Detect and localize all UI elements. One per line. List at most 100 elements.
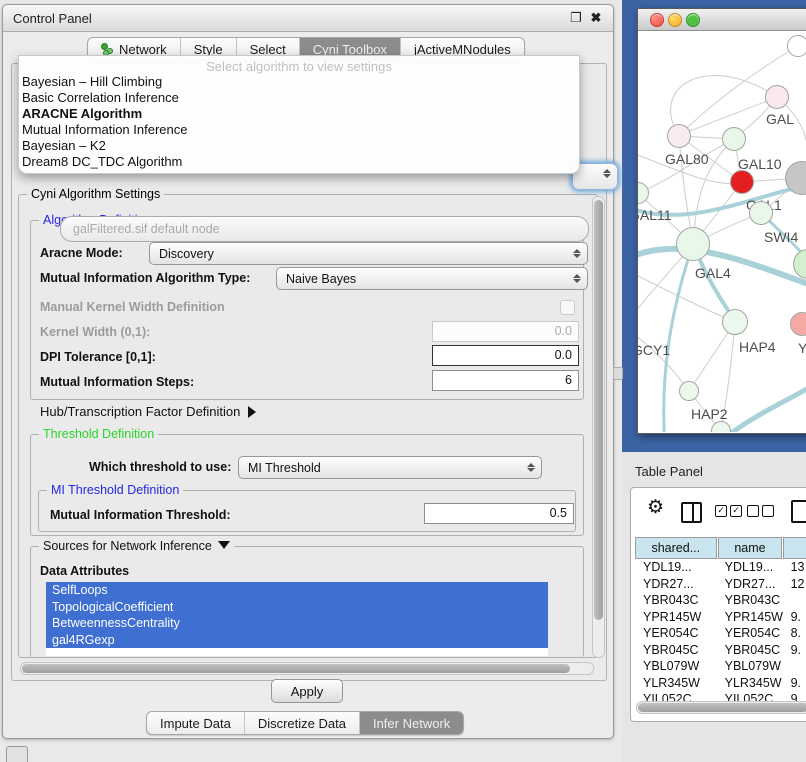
node-gal[interactable] (765, 85, 789, 109)
table-data-combobox[interactable]: galFiltered.sif default node (60, 216, 589, 242)
mi-steps-field[interactable]: 6 (432, 370, 579, 391)
table-row[interactable]: YBL079WYBL079W (635, 658, 806, 675)
settings-vertical-scrollbar[interactable] (592, 196, 605, 658)
mi-threshold-label: Mutual Information Threshold: (50, 508, 231, 522)
float-window-icon[interactable]: ❐ (569, 11, 583, 25)
network-window-titlebar[interactable] (638, 9, 806, 31)
minimize-traffic-icon[interactable] (668, 13, 682, 27)
dropdown-item[interactable]: Bayesian – K2 (19, 138, 579, 154)
table-cell (783, 592, 806, 609)
unchecked-pair-icon[interactable] (747, 505, 774, 517)
table-cell: YDL19... (635, 559, 717, 576)
algorithm-dropdown-popup: Select algorithm to view settings Bayesi… (18, 55, 580, 174)
split-columns-icon[interactable] (681, 502, 702, 523)
combo-stepper-icon (572, 245, 582, 261)
apply-button[interactable]: Apply (271, 679, 343, 703)
column-header-3[interactable]: A (783, 537, 806, 559)
close-traffic-icon[interactable] (650, 13, 664, 27)
node-swi4[interactable] (749, 201, 773, 225)
close-window-icon[interactable]: ✖ (589, 11, 603, 25)
tab-discretize-data[interactable]: Discretize Data (245, 712, 360, 734)
kernel-width-label: Kernel Width (0,1): (40, 325, 150, 339)
node-label: SWI4 (764, 229, 798, 245)
manual-kernel-width-checkbox[interactable] (560, 300, 575, 315)
cyni-mode-tabbar: Impute DataDiscretize DataInfer Network (146, 711, 464, 735)
attribute-list-item[interactable]: BetweennessCentrality (46, 615, 548, 632)
dropdown-item[interactable]: Bayesian – Hill Climbing (19, 74, 579, 90)
node-gal10[interactable] (722, 127, 746, 151)
mi-threshold-definition-legend: MI Threshold Definition (47, 483, 183, 497)
aracne-mode-combobox[interactable]: Discovery (149, 242, 588, 265)
table-panel-title: Table Panel (635, 464, 703, 479)
settings-horizontal-scrollbar[interactable] (20, 662, 594, 675)
attribute-list-item[interactable]: SelfLoops (46, 582, 548, 599)
table-cell: YDR27... (635, 576, 717, 593)
node-label: GCY1 (638, 342, 670, 358)
table-horizontal-scrollbar[interactable] (636, 701, 806, 714)
dropdown-item[interactable]: ARACNE Algorithm (19, 106, 579, 122)
node-hap4[interactable] (722, 309, 748, 335)
tab-infer-network[interactable]: Infer Network (360, 712, 463, 734)
network-canvas[interactable]: GALGAL80GAL10GAL1GAL11SWI4GAL4GCY1HAP4YH… (638, 31, 806, 432)
table-row[interactable]: YBR043CYBR043C (635, 592, 806, 609)
apply-button-label: Apply (291, 684, 324, 699)
control-panel-titlebar[interactable]: Control Panel ❐ ✖ (3, 5, 613, 32)
node-label: GAL11 (638, 207, 672, 223)
dpi-tolerance-field[interactable]: 0.0 (432, 345, 579, 366)
table-card: ⚙ ✓✓ shared...nameA YDL19...YDL19...13YD… (630, 487, 806, 722)
table-row[interactable]: YDR27...YDR27...12 (635, 576, 806, 593)
dropdown-item[interactable]: Mutual Information Inference (19, 122, 579, 138)
data-attributes-list[interactable]: SelfLoopsTopologicalCoefficientBetweenne… (46, 582, 548, 656)
table-cell: 9. (783, 609, 806, 626)
which-threshold-label: Which threshold to use: (89, 460, 231, 474)
node-label: GAL80 (665, 151, 709, 167)
node-gal80[interactable] (667, 124, 691, 148)
table-row[interactable]: YPR145WYPR145W9. (635, 609, 806, 626)
node-hap2[interactable] (679, 381, 699, 401)
table-cell: YBR043C (635, 592, 717, 609)
mi-threshold-field[interactable]: 0.5 (424, 503, 574, 524)
minimized-palette-icon[interactable] (6, 746, 28, 762)
table-cell: YLR345W (717, 675, 783, 692)
gear-icon[interactable]: ⚙ (647, 498, 664, 517)
node-attribute-table: shared...nameA YDL19...YDL19...13YDR27..… (635, 537, 806, 708)
table-row[interactable]: YER054CYER054C8. (635, 625, 806, 642)
attribute-list-item[interactable]: gal4RGexp (46, 632, 548, 649)
document-icon[interactable] (791, 500, 806, 523)
table-cell: YPR145W (717, 609, 783, 626)
table-row[interactable]: YBR045CYBR045C9. (635, 642, 806, 659)
mi-algorithm-type-combobox[interactable]: Naive Bayes (276, 267, 588, 290)
node-label: Y (798, 340, 806, 356)
column-header-2[interactable]: name (718, 537, 783, 559)
sources-legend[interactable]: Sources for Network Inference (39, 539, 234, 553)
collapsed-arrow-icon (248, 406, 256, 418)
node[interactable] (787, 35, 806, 57)
dropdown-item[interactable]: Dream8 DC_TDC Algorithm (19, 154, 579, 170)
table-header-row: shared...nameA (635, 537, 806, 559)
table-cell: 9. (783, 642, 806, 659)
table-cell (783, 658, 806, 675)
hub-definition-label: Hub/Transcription Factor Definition (40, 404, 240, 419)
which-threshold-combobox[interactable]: MI Threshold (238, 456, 542, 479)
table-cell: 12 (783, 576, 806, 593)
table-cell: 8. (783, 625, 806, 642)
node-gal4[interactable] (676, 227, 710, 261)
zoom-traffic-icon[interactable] (686, 13, 700, 27)
table-row[interactable]: YDL19...YDL19...13 (635, 559, 806, 576)
node-gal1[interactable] (730, 170, 754, 194)
hub-definition-expander[interactable]: Hub/Transcription Factor Definition (40, 404, 256, 419)
table-row[interactable]: YLR345WYLR345W9. (635, 675, 806, 692)
kernel-width-field[interactable]: 0.0 (432, 321, 579, 342)
table-cell: YER054C (717, 625, 783, 642)
table-cell: YER054C (635, 625, 717, 642)
dropdown-item[interactable]: Basic Correlation Inference (19, 90, 579, 106)
tab-impute-data[interactable]: Impute Data (147, 712, 245, 734)
table-cell: YDR27... (717, 576, 783, 593)
column-header-1[interactable]: shared... (635, 537, 717, 559)
split-pane-grip[interactable] (613, 367, 623, 380)
checked-pair-icon[interactable]: ✓✓ (715, 505, 742, 517)
table-cell: YLR345W (635, 675, 717, 692)
network-icon (101, 43, 114, 56)
combo-stepper-icon (526, 459, 536, 475)
attribute-list-item[interactable]: TopologicalCoefficient (46, 599, 548, 616)
